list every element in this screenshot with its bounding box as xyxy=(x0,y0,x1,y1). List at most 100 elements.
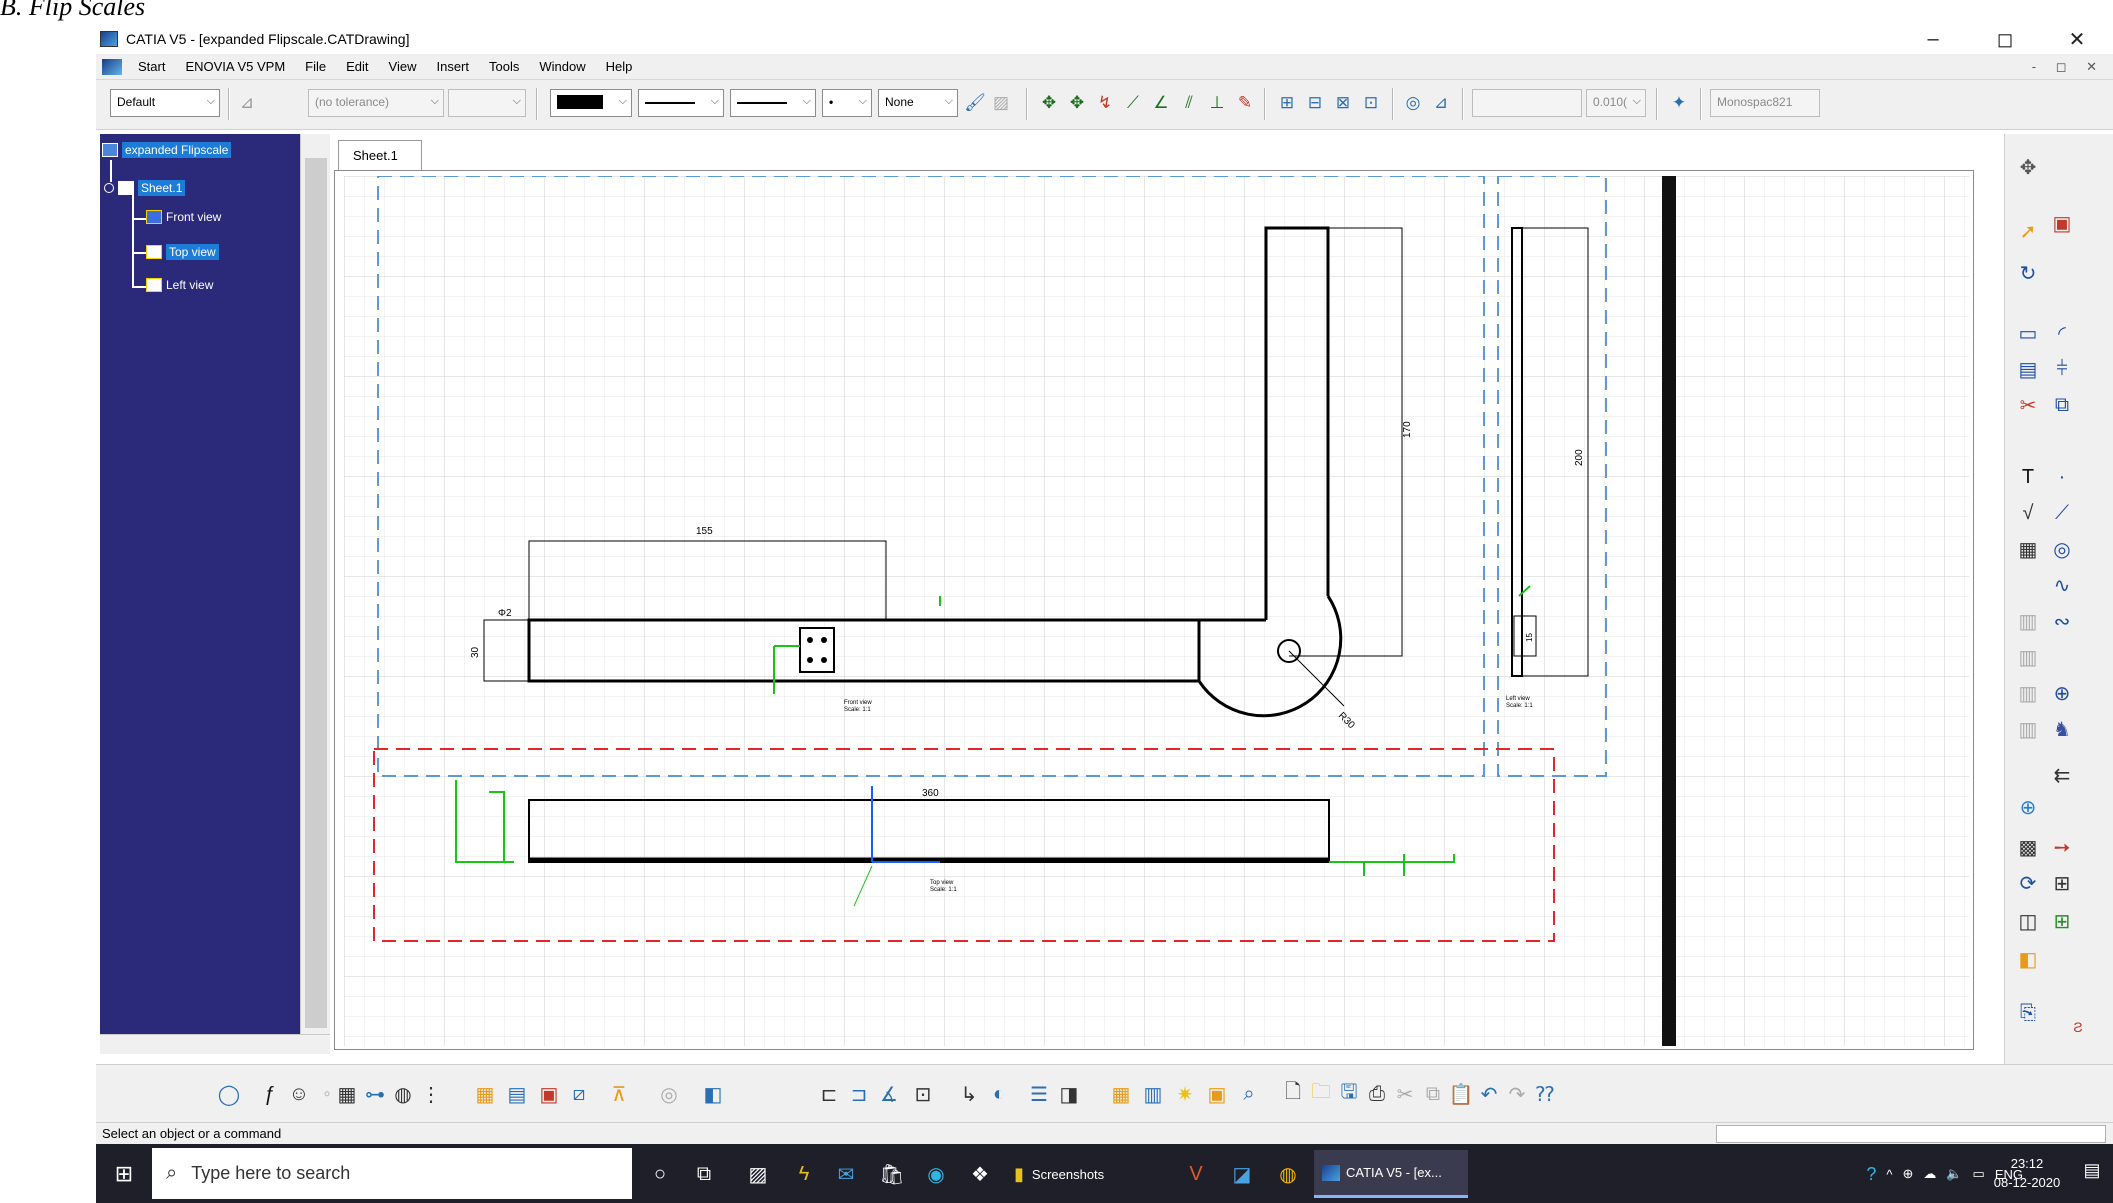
star-icon[interactable]: ✷ xyxy=(1172,1081,1198,1107)
constraint-icon[interactable]: ✎ xyxy=(1234,92,1256,114)
move-icon[interactable]: ✥ xyxy=(1038,92,1060,114)
dropbox-icon[interactable]: ❖ xyxy=(964,1158,996,1190)
dim-200-text[interactable]: 200 xyxy=(1574,449,1585,466)
new-document-icon[interactable]: 🗋 xyxy=(1280,1081,1306,1107)
arc-icon[interactable]: ◜ xyxy=(2049,320,2075,346)
dimension-grid-icon[interactable]: ⊡ xyxy=(1360,92,1382,114)
catia-logo-icon[interactable] xyxy=(102,58,122,75)
analysis-icon[interactable]: ▣ xyxy=(1204,1081,1230,1107)
spline-icon[interactable]: ∿ xyxy=(2049,572,2075,598)
minimize-button[interactable]: – xyxy=(1897,24,1969,54)
dimension-tolerance-icon[interactable]: ⊠ xyxy=(1332,92,1354,114)
thickness-combo[interactable]: ⌵ xyxy=(730,89,816,117)
align-icon[interactable]: ☰ xyxy=(1026,1081,1052,1107)
text-properties-icon[interactable]: ✦ xyxy=(1668,92,1690,114)
snap-icon[interactable]: ↯ xyxy=(1094,92,1116,114)
mirror-icon[interactable]: ⫩ xyxy=(2049,356,2075,382)
search-catalog-icon[interactable]: ◎ xyxy=(656,1081,682,1107)
tree-icon[interactable]: ⊶ xyxy=(362,1081,388,1107)
font-size-combo[interactable] xyxy=(1472,89,1582,117)
hatch-icon[interactable]: ▨ xyxy=(990,92,1012,114)
dim-15-text[interactable]: 15 xyxy=(1525,633,1534,642)
circle-icon[interactable]: ◎ xyxy=(2049,536,2075,562)
precision-combo[interactable]: ⌵ xyxy=(448,89,526,117)
sweep-icon[interactable]: ◯ xyxy=(216,1081,242,1107)
arrow-right-icon[interactable]: ➙ xyxy=(2049,834,2075,860)
formula-icon[interactable]: ƒ xyxy=(256,1081,282,1107)
generate-icon[interactable]: ▦ xyxy=(1108,1081,1134,1107)
pattern-combo[interactable]: None ⌵ xyxy=(878,89,958,117)
taskbar-screenshots-folder[interactable]: ▮ Screenshots xyxy=(1006,1150,1112,1198)
view-layout-icon[interactable]: ▤ xyxy=(504,1081,530,1107)
angle-icon[interactable]: ∠ xyxy=(1150,92,1172,114)
copy-icon[interactable]: ⧉ xyxy=(1420,1081,1446,1107)
roughness-icon[interactable]: √ xyxy=(2015,500,2041,526)
paint-brush-icon[interactable]: 🖌 xyxy=(964,92,986,114)
tree-left-view[interactable]: Left view xyxy=(146,278,213,292)
taskbar-clock[interactable]: 23:12 08-12-2020 xyxy=(1987,1154,2067,1192)
style-combo[interactable]: Default ⌵ xyxy=(110,89,220,117)
balloon-icon[interactable]: ◐ xyxy=(986,1081,1012,1107)
maximize-button[interactable]: ◻ xyxy=(1969,24,2041,54)
detail-view-icon[interactable]: ▣ xyxy=(536,1081,562,1107)
volume-icon[interactable]: 🔈 xyxy=(1946,1166,1962,1182)
taskbar-catia-app[interactable]: CATIA V5 - [ex... xyxy=(1314,1150,1468,1198)
app-window-icon[interactable]: ◪ xyxy=(1226,1158,1258,1190)
rectangle-icon[interactable]: ▭ xyxy=(2015,320,2041,346)
search-icon[interactable]: ⌕ xyxy=(1236,1081,1262,1107)
print-icon[interactable]: ⎙ xyxy=(1364,1081,1390,1107)
move-pan-icon[interactable]: ✥ xyxy=(1066,92,1088,114)
leader-icon[interactable]: ↳ xyxy=(956,1081,982,1107)
tolerance-combo[interactable]: (no tolerance) ⌵ xyxy=(308,89,444,117)
point-combo[interactable]: • ⌵ xyxy=(822,89,872,117)
view-icon[interactable]: ◎ xyxy=(1402,92,1424,114)
weld-icon[interactable]: ⊼ xyxy=(606,1081,632,1107)
tree-front-view[interactable]: Front view xyxy=(146,210,221,224)
color-combo[interactable]: ⌵ xyxy=(550,89,632,117)
cut-icon[interactable]: ✂ xyxy=(1392,1081,1418,1107)
line-tool-icon[interactable]: ⟋ xyxy=(1122,92,1144,114)
dot-icon[interactable]: · xyxy=(2049,464,2075,490)
redo-disabled-icon[interactable]: ↷ xyxy=(1504,1081,1530,1107)
dim-170-text[interactable]: 170 xyxy=(1402,421,1413,438)
table-green-icon[interactable]: ⊞ xyxy=(2049,908,2075,934)
value-combo[interactable]: 0.010(⌵ xyxy=(1586,89,1646,117)
paste-icon[interactable]: 📋 xyxy=(1448,1081,1474,1107)
rotate-view-icon[interactable]: ⟳ xyxy=(2015,870,2041,896)
report-icon[interactable]: ▥ xyxy=(1140,1081,1166,1107)
insert-component-icon[interactable]: ◧ xyxy=(700,1081,726,1107)
cortana-icon[interactable]: ○ xyxy=(644,1158,676,1190)
linetype-combo[interactable]: ⌵ xyxy=(638,89,724,117)
dimension-chain-icon[interactable]: ⊐ xyxy=(846,1081,872,1107)
comment-icon[interactable]: ☺ xyxy=(286,1081,312,1107)
menu-start[interactable]: Start xyxy=(128,59,175,74)
app-v-icon[interactable]: V xyxy=(1180,1158,1212,1190)
sheet-tab[interactable]: Sheet.1 xyxy=(338,140,422,170)
section-icon[interactable]: ⧄ xyxy=(566,1081,592,1107)
frame-tool-icon[interactable]: ⊡ xyxy=(910,1081,936,1107)
line-icon[interactable]: ⟋ xyxy=(2049,500,2075,526)
sketch-icon[interactable]: ▣ xyxy=(2049,210,2075,236)
store-icon[interactable]: 🛍 xyxy=(876,1158,908,1190)
help-tray-icon[interactable]: ? xyxy=(1866,1164,1876,1185)
tree-horizontal-scrollbar[interactable] xyxy=(100,1034,330,1054)
catalog-icon[interactable]: ◍ xyxy=(390,1081,416,1107)
dimension-horizontal-icon[interactable]: ⊏ xyxy=(816,1081,842,1107)
tree-scrollbar-thumb[interactable] xyxy=(305,158,327,1028)
menu-view[interactable]: View xyxy=(379,59,427,74)
notification-icon[interactable]: ▤ xyxy=(2079,1160,2105,1186)
undo-icon[interactable]: ↶ xyxy=(1476,1081,1502,1107)
grid-tool-icon[interactable]: ⊞ xyxy=(2049,870,2075,896)
table-icon[interactable]: ▦ xyxy=(334,1081,360,1107)
menu-help[interactable]: Help xyxy=(596,59,643,74)
menu-window[interactable]: Window xyxy=(529,59,595,74)
disabled-tool-icon[interactable]: ▥ xyxy=(2015,608,2041,634)
curve-icon[interactable]: ∾ xyxy=(2049,608,2075,634)
dim-360-text[interactable]: 360 xyxy=(922,788,939,799)
dimension-chain-icon[interactable]: ⊟ xyxy=(1304,92,1326,114)
detail-icon[interactable]: ◧ xyxy=(2015,946,2041,972)
drawing-canvas[interactable]: 155 170 30 Φ2 R30 Front view Scale: 1:1 … xyxy=(344,176,1969,1046)
perpendicular-icon[interactable]: ⊥ xyxy=(1206,92,1228,114)
zoom-icon[interactable]: ⊕ xyxy=(2015,794,2041,820)
tree-root[interactable]: expanded Flipscale xyxy=(102,142,232,158)
